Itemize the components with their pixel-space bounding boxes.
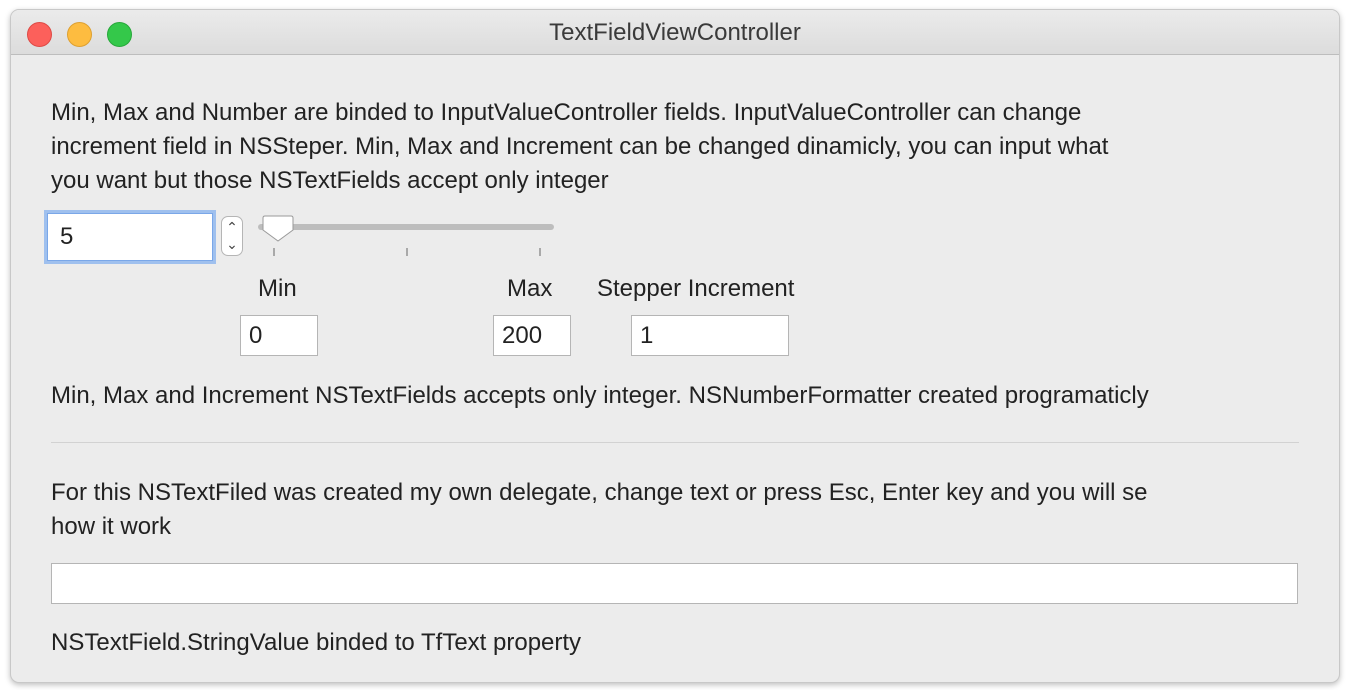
number-stepper[interactable]: ⌃ ⌄ [221, 216, 243, 256]
delegate-text-field[interactable] [51, 563, 1298, 604]
chevron-down-icon[interactable]: ⌄ [222, 235, 242, 254]
increment-label: Stepper Increment [597, 275, 795, 302]
number-slider-track[interactable] [258, 224, 554, 230]
window: TextFieldViewController Min, Max and Num… [10, 9, 1340, 683]
intro-line-2: increment field in NSSteper. Min, Max an… [51, 133, 1109, 160]
footer-note: NSTextField.StringValue binded to TfText… [51, 629, 582, 656]
increment-field[interactable] [631, 315, 789, 356]
max-field[interactable] [493, 315, 571, 356]
number-slider-knob[interactable] [262, 214, 294, 242]
title-bar: TextFieldViewController [11, 10, 1339, 55]
divider [51, 442, 1299, 443]
formatter-note: Min, Max and Increment NSTextFields acce… [51, 382, 1149, 409]
window-title: TextFieldViewController [549, 19, 801, 46]
number-field[interactable] [47, 213, 213, 261]
intro-line-1: Min, Max and Number are binded to InputV… [51, 99, 1082, 126]
slider-tick [406, 248, 408, 256]
slider-tick [539, 248, 541, 256]
min-label: Min [258, 275, 297, 302]
max-label: Max [507, 275, 553, 302]
min-field[interactable] [240, 315, 318, 356]
intro-line-3: you want but those NSTextFields accept o… [51, 167, 609, 194]
delegate-line-1: For this NSTextFiled was created my own … [51, 479, 1148, 506]
slider-tick [273, 248, 275, 256]
delegate-line-2: how it work [51, 513, 172, 540]
